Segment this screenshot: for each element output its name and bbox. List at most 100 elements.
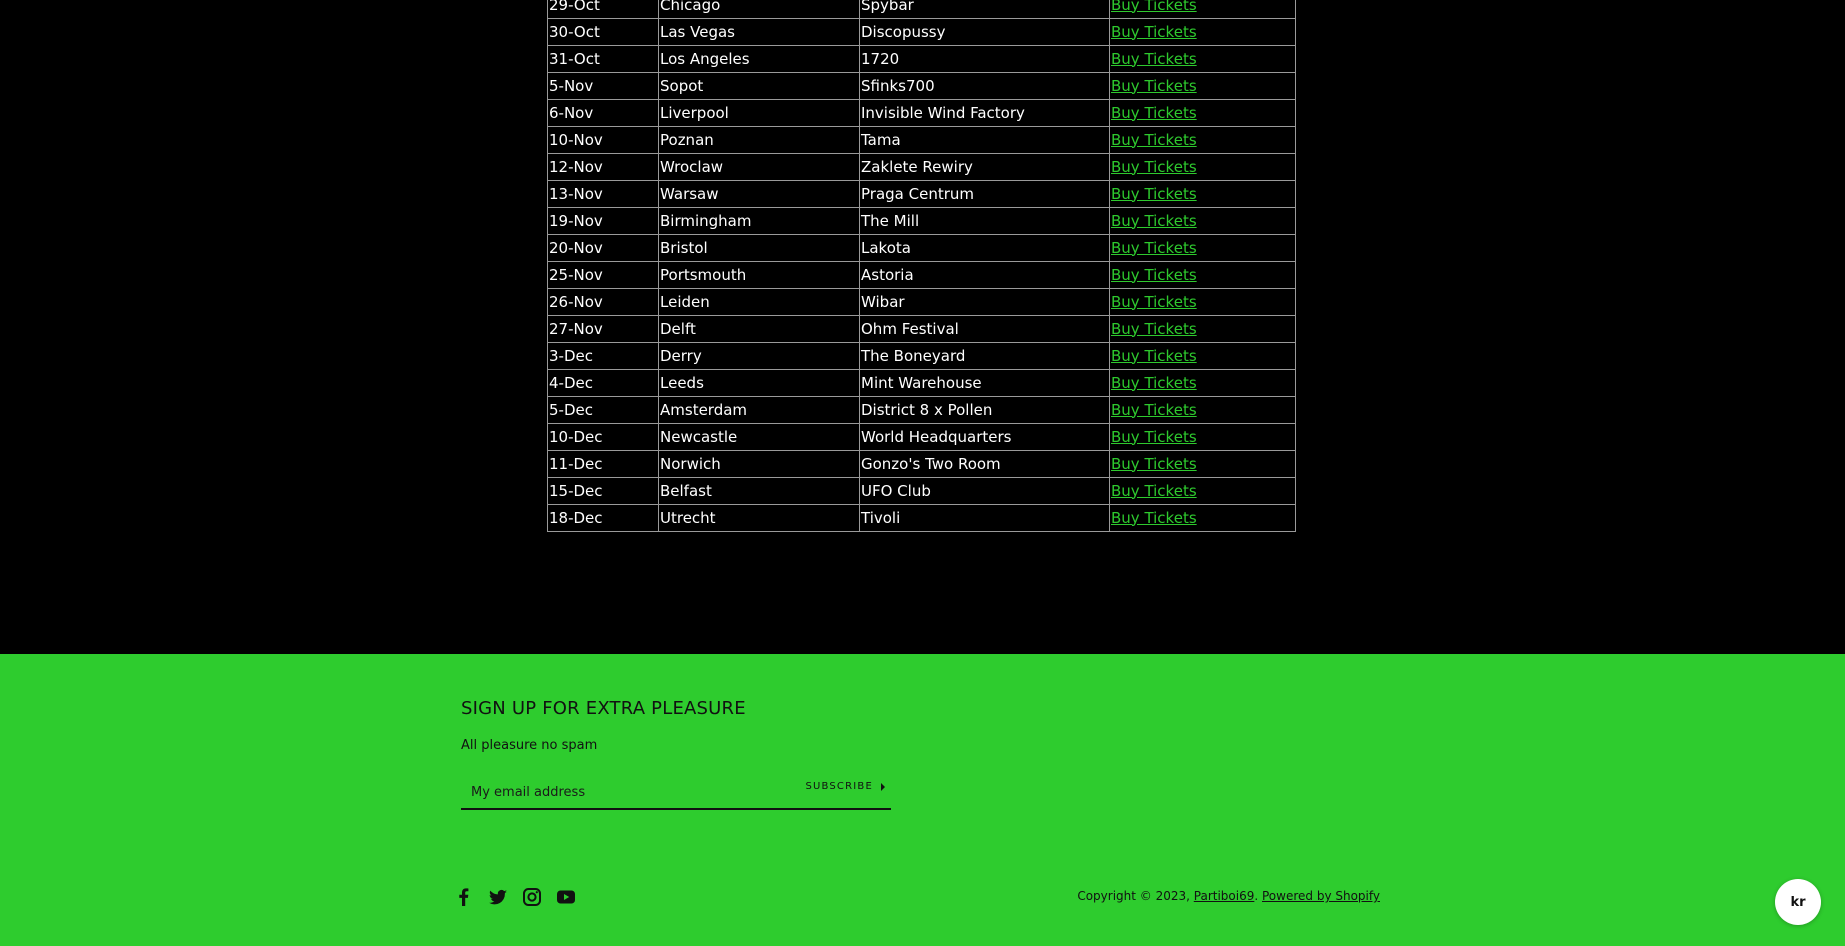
tour-city-cell: Derry — [658, 342, 860, 370]
buy-tickets-link[interactable]: Buy Tickets — [1111, 428, 1197, 446]
tour-city-cell: Utrecht — [658, 504, 860, 532]
tour-dates-section: 29-Oct Chicago Spybar Buy Tickets 30-Oct Las … — [547, 0, 1296, 532]
tour-venue-cell: UFO Club — [859, 477, 1110, 505]
tour-tickets-cell: Buy Tickets — [1109, 477, 1296, 505]
tour-tickets-cell: Buy Tickets — [1109, 423, 1296, 451]
copyright-separator: . — [1254, 889, 1262, 903]
tour-row: 5-Nov Sopot Sfinks700 Buy Tickets — [547, 72, 1296, 100]
buy-tickets-link[interactable]: Buy Tickets — [1111, 509, 1197, 527]
tour-tickets-cell: Buy Tickets — [1109, 18, 1296, 46]
tour-venue-cell: Tivoli — [859, 504, 1110, 532]
tour-city-cell: Wroclaw — [658, 153, 860, 181]
tour-row: 5-Dec Amsterdam District 8 x Pollen Buy Tic… — [547, 396, 1296, 424]
subscribe-button[interactable]: SUBSCRIBE — [805, 781, 885, 792]
tour-date-cell: 4-Dec — [547, 369, 659, 397]
tour-date-cell: 20-Nov — [547, 234, 659, 262]
tour-row: 31-Oct Los Angeles 1720 Buy Tickets — [547, 45, 1296, 73]
signup-subtitle: All pleasure no spam — [461, 738, 598, 753]
tour-tickets-cell: Buy Tickets — [1109, 288, 1296, 316]
buy-tickets-link[interactable]: Buy Tickets — [1111, 374, 1197, 392]
tour-date-cell: 30-Oct — [547, 18, 659, 46]
buy-tickets-link[interactable]: Buy Tickets — [1111, 320, 1197, 338]
locale-selector-button[interactable]: kr — [1775, 879, 1821, 925]
twitter-icon — [489, 889, 507, 905]
tour-date-cell: 29-Oct — [547, 0, 659, 19]
buy-tickets-link[interactable]: Buy Tickets — [1111, 266, 1197, 284]
buy-tickets-link[interactable]: Buy Tickets — [1111, 50, 1197, 68]
buy-tickets-link[interactable]: Buy Tickets — [1111, 293, 1197, 311]
buy-tickets-link[interactable]: Buy Tickets — [1111, 482, 1197, 500]
subscribe-label: SUBSCRIBE — [805, 781, 873, 792]
tour-tickets-cell: Buy Tickets — [1109, 207, 1296, 235]
tour-tickets-cell: Buy Tickets — [1109, 0, 1296, 19]
buy-tickets-link[interactable]: Buy Tickets — [1111, 185, 1197, 203]
tour-row: 3-Dec Derry The Boneyard Buy Tickets — [547, 342, 1296, 370]
powered-by-shopify-link[interactable]: Powered by Shopify — [1262, 889, 1380, 903]
tour-city-cell: Newcastle — [658, 423, 860, 451]
buy-tickets-link[interactable]: Buy Tickets — [1111, 0, 1197, 14]
tour-tickets-cell: Buy Tickets — [1109, 126, 1296, 154]
tour-venue-cell: Zaklete Rewiry — [859, 153, 1110, 181]
tour-city-cell: Birmingham — [658, 207, 860, 235]
store-name-link[interactable]: Partiboi69 — [1194, 889, 1255, 903]
tour-dates-body: 29-Oct Chicago Spybar Buy Tickets 30-Oct Las … — [547, 0, 1296, 532]
tour-date-cell: 15-Dec — [547, 477, 659, 505]
tour-venue-cell: Tama — [859, 126, 1110, 154]
tour-date-cell: 13-Nov — [547, 180, 659, 208]
buy-tickets-link[interactable]: Buy Tickets — [1111, 347, 1197, 365]
tour-city-cell: Liverpool — [658, 99, 860, 127]
buy-tickets-link[interactable]: Buy Tickets — [1111, 131, 1197, 149]
tour-date-cell: 3-Dec — [547, 342, 659, 370]
tour-date-cell: 25-Nov — [547, 261, 659, 289]
tour-city-cell: Leiden — [658, 288, 860, 316]
tour-city-cell: Bristol — [658, 234, 860, 262]
tour-row: 13-Nov Warsaw Praga Centrum Buy Tickets — [547, 180, 1296, 208]
tour-tickets-cell: Buy Tickets — [1109, 72, 1296, 100]
buy-tickets-link[interactable]: Buy Tickets — [1111, 455, 1197, 473]
tour-venue-cell: World Headquarters — [859, 423, 1110, 451]
email-input[interactable] — [461, 778, 771, 806]
tour-tickets-cell: Buy Tickets — [1109, 153, 1296, 181]
tour-date-cell: 5-Nov — [547, 72, 659, 100]
buy-tickets-link[interactable]: Buy Tickets — [1111, 77, 1197, 95]
buy-tickets-link[interactable]: Buy Tickets — [1111, 401, 1197, 419]
tour-date-cell: 11-Dec — [547, 450, 659, 478]
buy-tickets-link[interactable]: Buy Tickets — [1111, 23, 1197, 41]
tour-date-cell: 27-Nov — [547, 315, 659, 343]
tour-tickets-cell: Buy Tickets — [1109, 234, 1296, 262]
tour-tickets-cell: Buy Tickets — [1109, 504, 1296, 532]
tour-venue-cell: Mint Warehouse — [859, 369, 1110, 397]
tour-date-cell: 26-Nov — [547, 288, 659, 316]
tour-venue-cell: Lakota — [859, 234, 1110, 262]
tour-row: 10-Dec Newcastle World Headquarters Buy Tic… — [547, 423, 1296, 451]
instagram-link[interactable] — [522, 887, 542, 907]
tour-row: 6-Nov Liverpool Invisible Wind Factory Buy … — [547, 99, 1296, 127]
facebook-icon — [459, 888, 469, 906]
tour-venue-cell: Sfinks700 — [859, 72, 1110, 100]
facebook-link[interactable] — [454, 887, 474, 907]
tour-venue-cell: Discopussy — [859, 18, 1110, 46]
tour-city-cell: Delft — [658, 315, 860, 343]
twitter-link[interactable] — [488, 887, 508, 907]
youtube-link[interactable] — [556, 887, 576, 907]
tour-venue-cell: The Boneyard — [859, 342, 1110, 370]
tour-date-cell: 31-Oct — [547, 45, 659, 73]
buy-tickets-link[interactable]: Buy Tickets — [1111, 212, 1197, 230]
buy-tickets-link[interactable]: Buy Tickets — [1111, 239, 1197, 257]
tour-venue-cell: Ohm Festival — [859, 315, 1110, 343]
buy-tickets-link[interactable]: Buy Tickets — [1111, 104, 1197, 122]
tour-date-cell: 5-Dec — [547, 396, 659, 424]
copyright-notice: Copyright © 2023, Partiboi69. Powered by… — [1077, 889, 1380, 903]
buy-tickets-link[interactable]: Buy Tickets — [1111, 158, 1197, 176]
tour-city-cell: Warsaw — [658, 180, 860, 208]
tour-venue-cell: Spybar — [859, 0, 1110, 19]
tour-dates-table: 29-Oct Chicago Spybar Buy Tickets 30-Oct Las … — [547, 0, 1296, 532]
tour-row: 15-Dec Belfast UFO Club Buy Tickets — [547, 477, 1296, 505]
newsletter-form: SUBSCRIBE — [461, 778, 891, 810]
tour-row: 4-Dec Leeds Mint Warehouse Buy Tickets — [547, 369, 1296, 397]
tour-tickets-cell: Buy Tickets — [1109, 261, 1296, 289]
site-footer: SIGN UP FOR EXTRA PLEASURE All pleasure … — [0, 654, 1845, 946]
tour-tickets-cell: Buy Tickets — [1109, 180, 1296, 208]
tour-tickets-cell: Buy Tickets — [1109, 396, 1296, 424]
caret-right-icon — [881, 782, 885, 791]
